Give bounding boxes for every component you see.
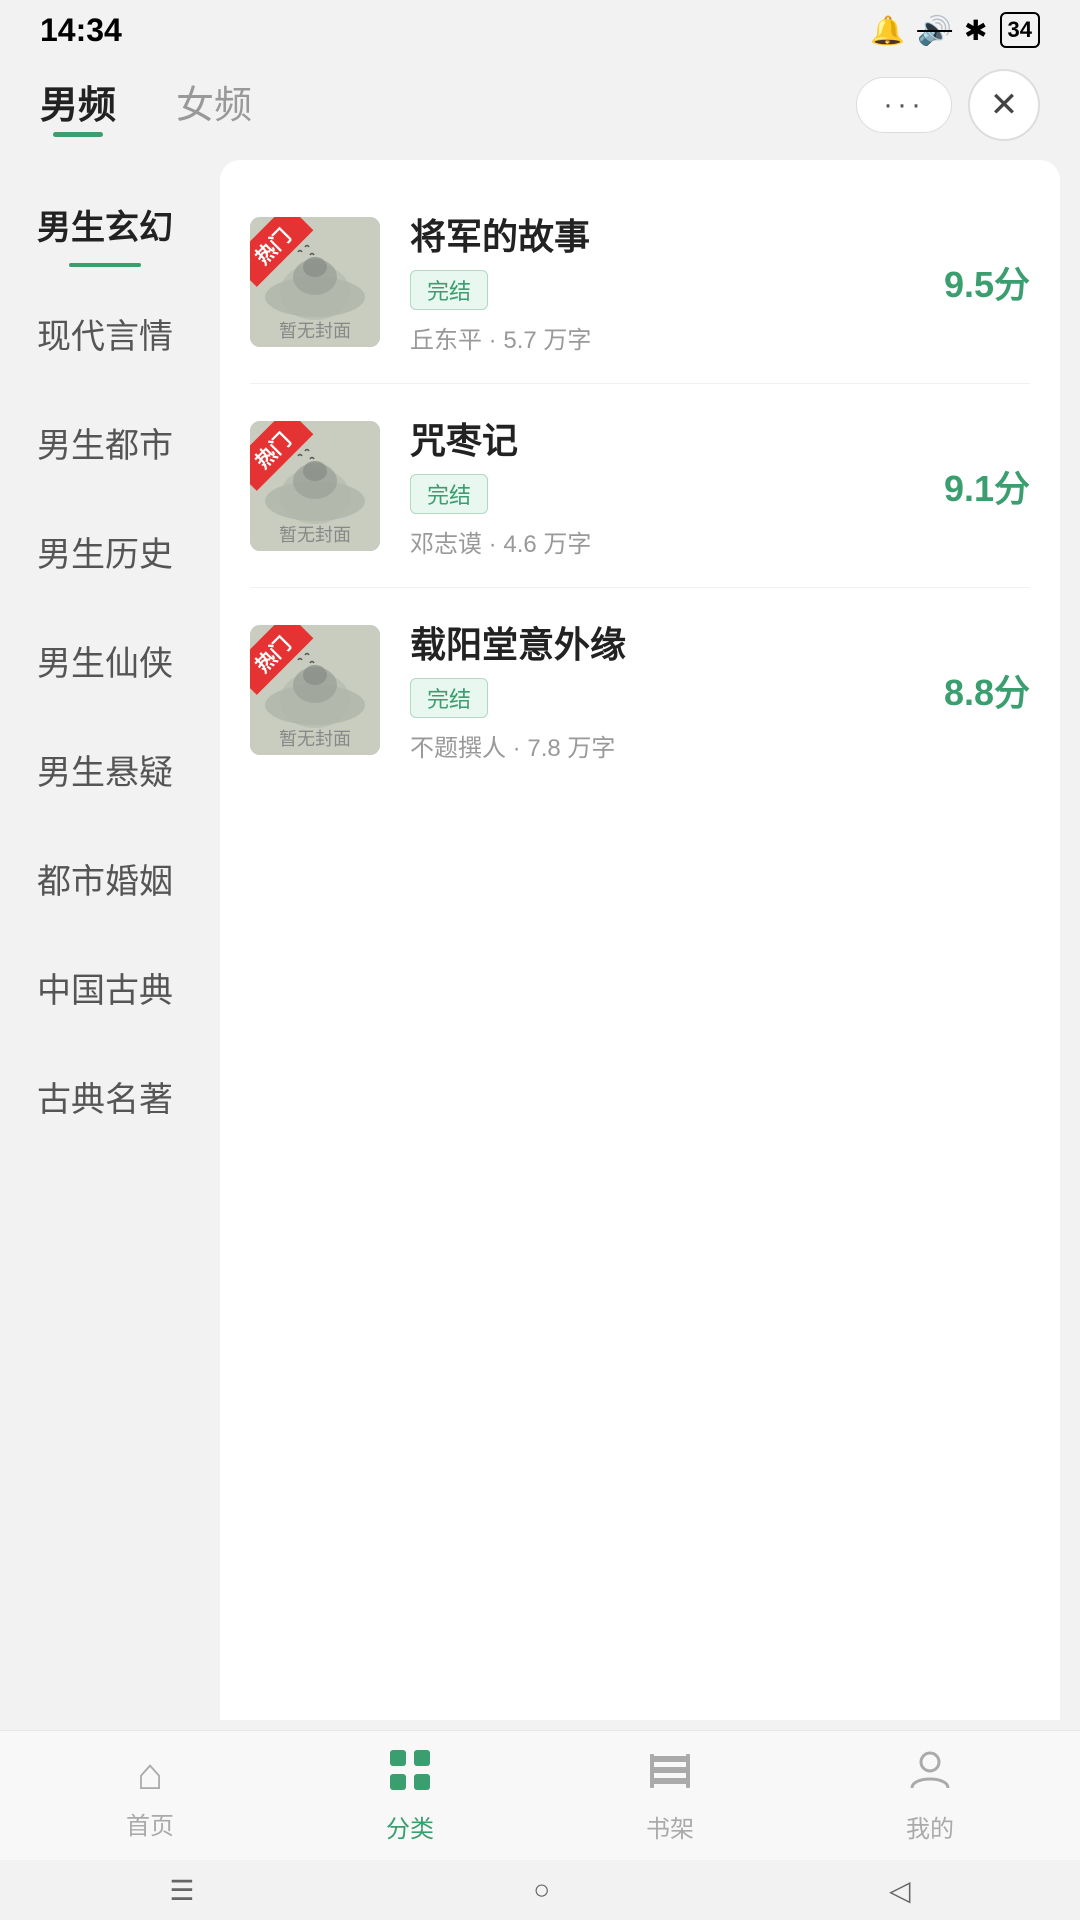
- book-title-3: 载阳堂意外缘: [410, 616, 924, 668]
- content-area: 热门 暂无封面 将军的故事 完结 丘东平 · 5.7 万字 9.5分: [220, 160, 1060, 1720]
- nav-bookshelf-label: 书架: [646, 1809, 694, 1844]
- sound-off-icon: 🔊: [917, 14, 952, 47]
- book-score-2: 9.1分: [944, 460, 1030, 512]
- cover-placeholder-3: 暂无封面: [250, 721, 380, 755]
- book-title-2: 咒枣记: [410, 412, 924, 464]
- nav-home-label: 首页: [126, 1806, 174, 1841]
- book-info-2: 咒枣记 完结 邓志谟 · 4.6 万字: [410, 412, 924, 559]
- hot-badge-2: 热门: [250, 421, 320, 491]
- cover-placeholder-1: 暂无封面: [250, 313, 380, 347]
- book-status-3: 完结: [410, 678, 488, 718]
- menu-icon: ☰: [169, 1874, 194, 1907]
- status-time: 14:34: [40, 12, 122, 49]
- nav-home[interactable]: ⌂ 首页: [126, 1750, 174, 1841]
- book-meta-2: 邓志谟 · 4.6 万字: [410, 524, 924, 559]
- nav-category-label: 分类: [386, 1809, 434, 1844]
- sidebar-item-xuanhuan[interactable]: 男生玄幻: [0, 170, 210, 279]
- book-info-1: 将军的故事 完结 丘东平 · 5.7 万字: [410, 208, 924, 355]
- book-cover-2: 热门 暂无封面: [250, 421, 380, 551]
- book-cover-1: 热门 暂无封面: [250, 217, 380, 347]
- book-cover-3: 热门 暂无封面: [250, 625, 380, 755]
- book-item[interactable]: 热门 暂无封面 咒枣记 完结 邓志谟 · 4.6 万字 9.1分: [250, 384, 1030, 588]
- nav-mine[interactable]: 我的: [906, 1748, 954, 1844]
- sidebar-item-gudian[interactable]: 中国古典: [0, 933, 210, 1042]
- bluetooth-icon: ✱: [964, 14, 987, 47]
- sidebar-item-lishi[interactable]: 男生历史: [0, 497, 210, 606]
- bottom-nav: ⌂ 首页 分类 书架: [0, 1730, 1080, 1860]
- sidebar-item-dushi[interactable]: 男生都市: [0, 388, 210, 497]
- home-sys-icon: ○: [533, 1874, 550, 1906]
- nav-bookshelf[interactable]: 书架: [646, 1748, 694, 1844]
- book-meta-3: 不题撰人 · 7.8 万字: [410, 728, 924, 763]
- bookshelf-icon: [648, 1748, 692, 1803]
- book-status-1: 完结: [410, 270, 488, 310]
- hot-badge-1: 热门: [250, 217, 320, 287]
- book-item[interactable]: 热门 暂无封面 将军的故事 完结 丘东平 · 5.7 万字 9.5分: [250, 180, 1030, 384]
- book-status-2: 完结: [410, 474, 488, 514]
- main-layout: 男生玄幻 现代言情 男生都市 男生历史 男生仙侠 男生悬疑 都市婚姻 中国古典 …: [0, 150, 1080, 1730]
- battery-indicator: 34: [1000, 12, 1040, 48]
- battery-level: 34: [1008, 17, 1032, 43]
- book-title-1: 将军的故事: [410, 208, 924, 260]
- back-icon: ◁: [889, 1874, 911, 1907]
- book-score-3: 8.8分: [944, 664, 1030, 716]
- book-item[interactable]: 热门 暂无封面 载阳堂意外缘 完结 不题撰人 · 7.8 万字 8.8分: [250, 588, 1030, 791]
- status-bar: 14:34 🔔 🔊 ✱ 34: [0, 0, 1080, 60]
- tab-male[interactable]: 男频: [40, 74, 116, 137]
- book-meta-1: 丘东平 · 5.7 万字: [410, 320, 924, 355]
- sidebar-item-hunyin[interactable]: 都市婚姻: [0, 824, 210, 933]
- book-info-3: 载阳堂意外缘 完结 不题撰人 · 7.8 万字: [410, 616, 924, 763]
- top-tab-bar: 男频 女频 ··· ✕: [0, 60, 1080, 150]
- cover-placeholder-2: 暂无封面: [250, 517, 380, 551]
- status-icons: 🔔 🔊 ✱ 34: [870, 12, 1040, 48]
- top-right-buttons: ··· ✕: [856, 69, 1040, 141]
- sidebar-item-xianxia[interactable]: 男生仙侠: [0, 606, 210, 715]
- user-icon: [908, 1748, 952, 1803]
- home-icon: ⌂: [137, 1750, 164, 1800]
- sidebar-item-xuanyi[interactable]: 男生悬疑: [0, 715, 210, 824]
- more-options-button[interactable]: ···: [856, 77, 952, 133]
- sidebar-item-yanqing[interactable]: 现代言情: [0, 279, 210, 388]
- sidebar-item-mingzhu[interactable]: 古典名著: [0, 1042, 210, 1151]
- nav-mine-label: 我的: [906, 1809, 954, 1844]
- notification-icon: 🔔: [870, 14, 905, 47]
- tab-female[interactable]: 女频: [176, 74, 252, 137]
- sidebar: 男生玄幻 现代言情 男生都市 男生历史 男生仙侠 男生悬疑 都市婚姻 中国古典 …: [0, 150, 210, 1730]
- nav-category[interactable]: 分类: [386, 1748, 434, 1844]
- grid-icon: [388, 1748, 432, 1803]
- system-nav-bar: ☰ ○ ◁: [0, 1860, 1080, 1920]
- close-button[interactable]: ✕: [968, 69, 1040, 141]
- hot-badge-3: 热门: [250, 625, 320, 695]
- book-score-1: 9.5分: [944, 256, 1030, 308]
